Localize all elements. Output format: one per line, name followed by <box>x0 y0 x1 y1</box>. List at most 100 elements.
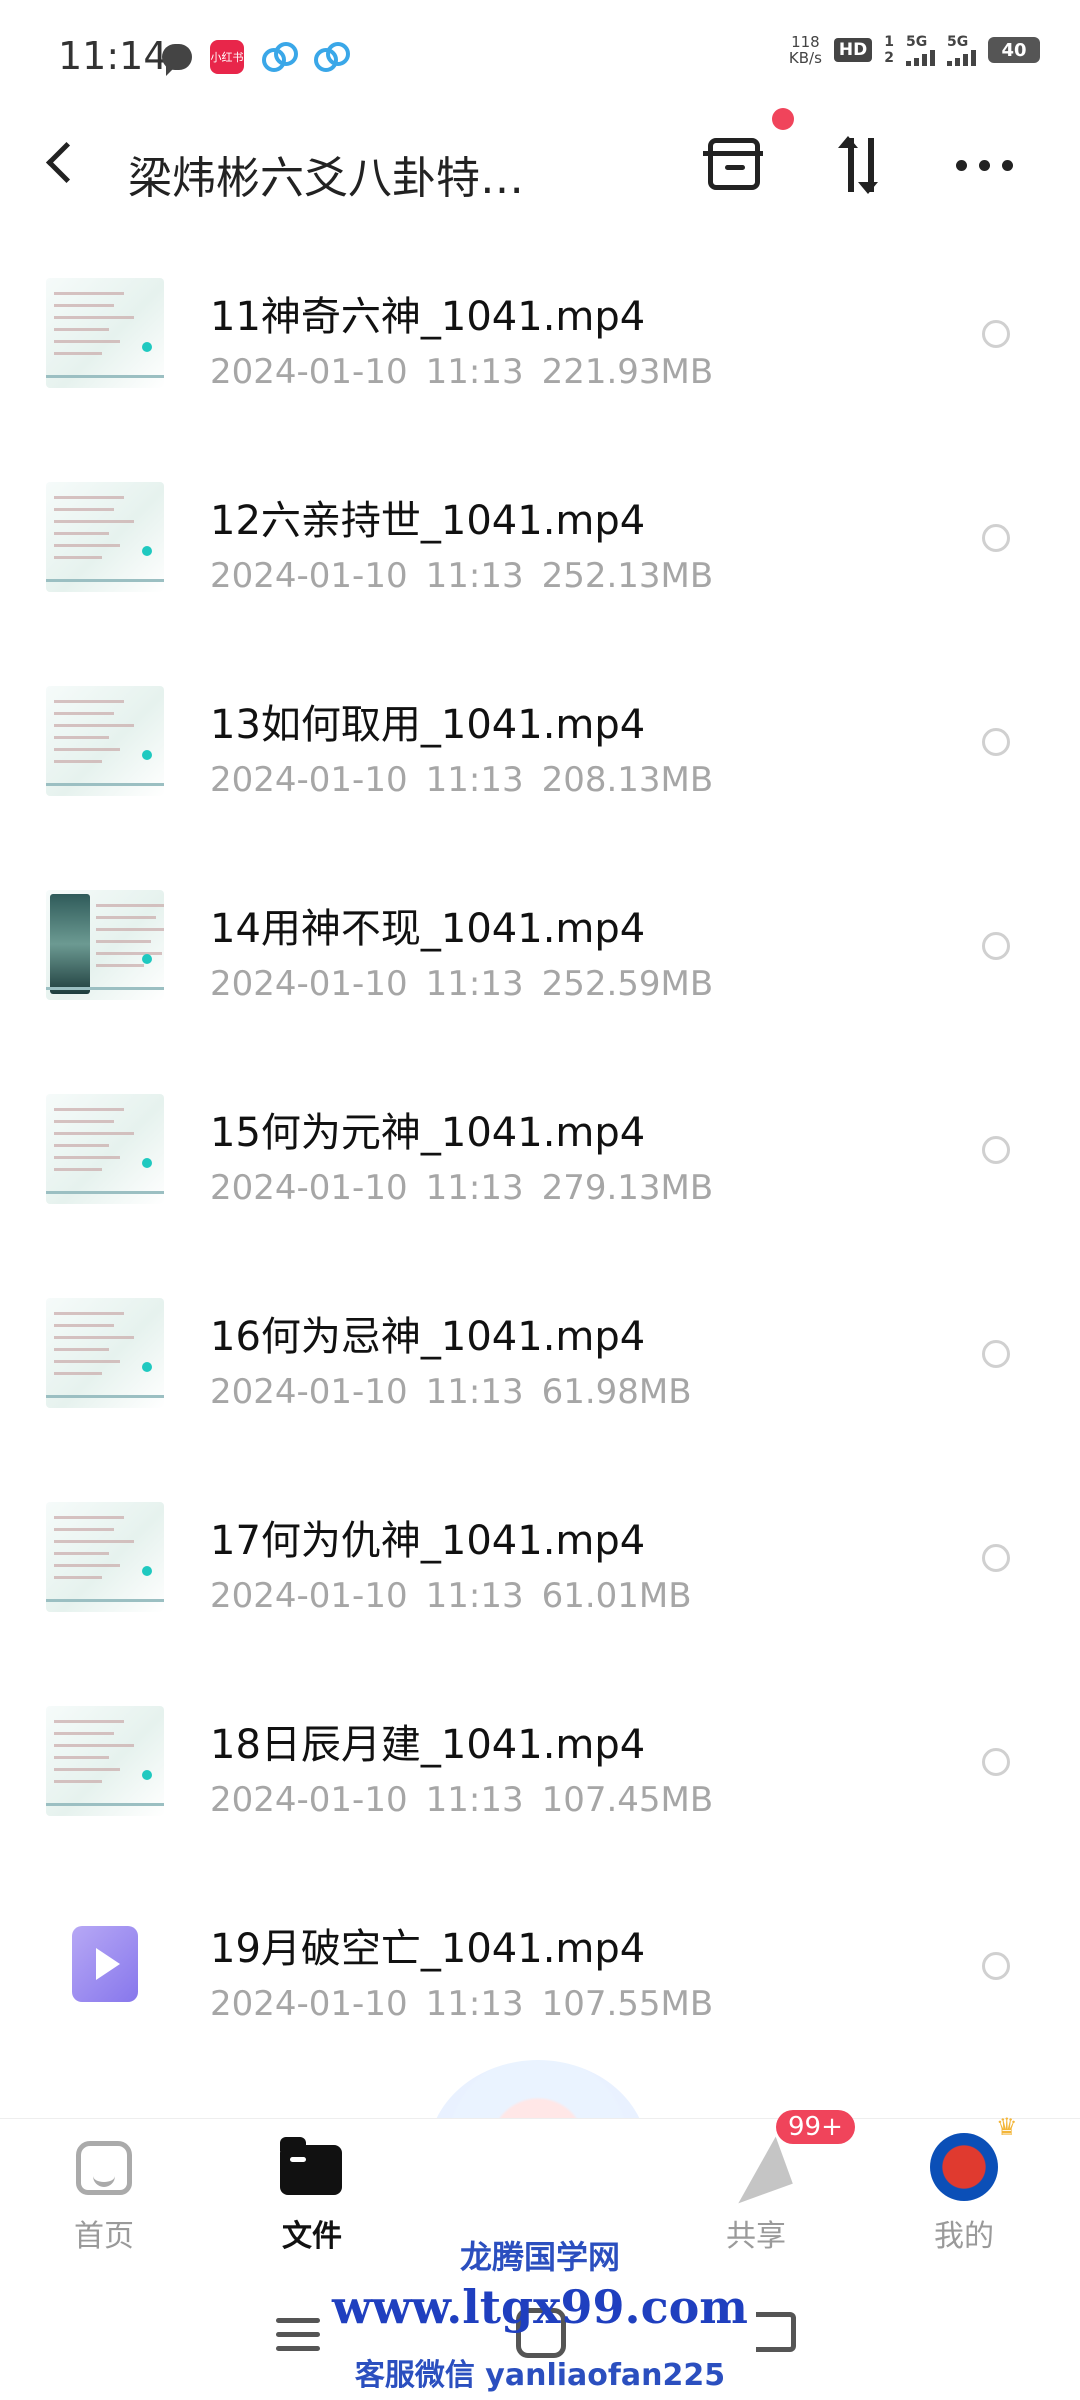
file-row[interactable]: 11神奇六神_1041.mp4 2024-01-10 11:13 221.93MB <box>0 258 1080 462</box>
video-thumbnail <box>46 890 164 1000</box>
watermark-site-name: 龙腾国学网 <box>459 2238 620 2276</box>
file-meta: 2024-01-10 11:13 61.01MB <box>210 1576 692 1616</box>
back-arrow-icon[interactable] <box>45 141 88 184</box>
sort-icon[interactable] <box>838 134 888 198</box>
file-date: 2024-01-10 <box>210 1168 408 1208</box>
file-time: 11:13 <box>425 964 524 1004</box>
file-row[interactable]: 15何为元神_1041.mp4 2024-01-10 11:13 279.13MB <box>0 1074 1080 1278</box>
video-thumbnail <box>46 1094 164 1204</box>
sim-indicator: 12 <box>884 34 894 66</box>
file-date: 2024-01-10 <box>210 964 408 1004</box>
file-name: 11神奇六神_1041.mp4 <box>210 294 646 340</box>
share-count-badge: 99+ <box>776 2110 855 2144</box>
file-date: 2024-01-10 <box>210 1576 408 1616</box>
file-size: 252.13MB <box>541 556 714 596</box>
notification-dot <box>772 108 794 130</box>
file-time: 11:13 <box>425 1780 524 1820</box>
file-size: 107.45MB <box>541 1780 714 1820</box>
select-checkbox[interactable] <box>982 1340 1010 1368</box>
file-time: 11:13 <box>425 556 524 596</box>
file-size: 221.93MB <box>541 352 714 392</box>
file-row[interactable]: 17何为仇神_1041.mp4 2024-01-10 11:13 61.01MB <box>0 1482 1080 1686</box>
file-meta: 2024-01-10 11:13 107.55MB <box>210 1984 713 2024</box>
select-checkbox[interactable] <box>982 1952 1010 1980</box>
archive-box-icon[interactable] <box>703 138 763 190</box>
video-thumbnail <box>46 1298 164 1408</box>
video-thumbnail <box>46 278 164 388</box>
select-checkbox[interactable] <box>982 1748 1010 1776</box>
folder-title: 梁炜彬六爻八卦特… <box>128 153 524 204</box>
video-thumbnail <box>46 482 164 592</box>
video-file-icon <box>46 1910 164 2020</box>
file-time: 11:13 <box>425 352 524 392</box>
file-date: 2024-01-10 <box>210 352 408 392</box>
file-time: 11:13 <box>425 1168 524 1208</box>
file-name: 14用神不现_1041.mp4 <box>210 906 646 952</box>
title-bar: 梁炜彬六爻八卦特… <box>0 108 1080 230</box>
file-size: 107.55MB <box>541 1984 714 2024</box>
cloud-icon <box>262 42 298 72</box>
select-checkbox[interactable] <box>982 932 1010 960</box>
video-thumbnail <box>46 686 164 796</box>
net-speed-value: 118 <box>791 33 820 51</box>
net-speed: 118 KB/s <box>789 34 822 66</box>
signal-sim2-icon: 5G <box>947 34 976 66</box>
file-meta: 2024-01-10 11:13 107.45MB <box>210 1780 713 1820</box>
message-icon <box>162 44 192 76</box>
file-name: 16何为忌神_1041.mp4 <box>210 1314 646 1360</box>
status-time: 11:14 <box>58 34 168 78</box>
cloud-icon-2 <box>314 42 350 72</box>
file-meta: 2024-01-10 11:13 208.13MB <box>210 760 713 800</box>
share-icon <box>721 2136 793 2204</box>
select-checkbox[interactable] <box>982 524 1010 552</box>
file-row[interactable]: 14用神不现_1041.mp4 2024-01-10 11:13 252.59MB <box>0 870 1080 1074</box>
file-size: 279.13MB <box>541 1168 714 1208</box>
file-name: 13如何取用_1041.mp4 <box>210 702 646 748</box>
folder-icon <box>280 2137 342 2195</box>
file-size: 252.59MB <box>541 964 714 1004</box>
file-row[interactable]: 13如何取用_1041.mp4 2024-01-10 11:13 208.13MB <box>0 666 1080 870</box>
select-checkbox[interactable] <box>982 728 1010 756</box>
file-row[interactable]: 18日辰月建_1041.mp4 2024-01-10 11:13 107.45MB <box>0 1686 1080 1890</box>
status-bar: 11:14 小红书 118 KB/s HD 12 5G 5G 40 <box>0 0 1080 120</box>
file-time: 11:13 <box>425 1372 524 1412</box>
net-speed-unit: KB/s <box>788 49 822 67</box>
file-time: 11:13 <box>425 760 524 800</box>
file-list: 11神奇六神_1041.mp4 2024-01-10 11:13 221.93MB 12… <box>0 258 1080 2094</box>
file-date: 2024-01-10 <box>210 760 408 800</box>
file-meta: 2024-01-10 11:13 279.13MB <box>210 1168 713 1208</box>
file-meta: 2024-01-10 11:13 61.98MB <box>210 1372 692 1412</box>
video-thumbnail <box>46 1502 164 1612</box>
file-row[interactable]: 16何为忌神_1041.mp4 2024-01-10 11:13 61.98MB <box>0 1278 1080 1482</box>
file-name: 15何为元神_1041.mp4 <box>210 1110 646 1156</box>
file-name: 19月破空亡_1041.mp4 <box>210 1926 646 1972</box>
file-size: 61.98MB <box>541 1372 692 1412</box>
watermark-contact: 客服微信 yanliaofan225 <box>354 2358 726 2393</box>
play-icon <box>72 1926 138 2002</box>
select-checkbox[interactable] <box>982 1136 1010 1164</box>
watermark-url: www.ltgx99.com <box>332 2280 748 2334</box>
video-thumbnail <box>46 1706 164 1816</box>
file-size: 208.13MB <box>541 760 714 800</box>
file-date: 2024-01-10 <box>210 556 408 596</box>
file-size: 61.01MB <box>541 1576 692 1616</box>
notification-icons: 小红书 <box>162 40 350 76</box>
file-meta: 2024-01-10 11:13 252.59MB <box>210 964 713 1004</box>
system-status: 118 KB/s HD 12 5G 5G 40 <box>789 34 1040 66</box>
file-name: 12六亲持世_1041.mp4 <box>210 498 646 544</box>
crown-icon: ♛ <box>996 2113 1018 2141</box>
file-name: 18日辰月建_1041.mp4 <box>210 1722 646 1768</box>
file-date: 2024-01-10 <box>210 1984 408 2024</box>
select-checkbox[interactable] <box>982 320 1010 348</box>
select-checkbox[interactable] <box>982 1544 1010 1572</box>
file-date: 2024-01-10 <box>210 1372 408 1412</box>
file-time: 11:13 <box>425 1984 524 2024</box>
profile-icon <box>930 2133 998 2201</box>
file-name: 17何为仇神_1041.mp4 <box>210 1518 646 1564</box>
signal-sim1-icon: 5G <box>906 34 935 66</box>
xiaohongshu-icon: 小红书 <box>210 40 244 74</box>
more-options-icon[interactable] <box>956 160 1013 171</box>
file-row[interactable]: 12六亲持世_1041.mp4 2024-01-10 11:13 252.13MB <box>0 462 1080 666</box>
file-time: 11:13 <box>425 1576 524 1616</box>
home-icon <box>76 2141 132 2195</box>
